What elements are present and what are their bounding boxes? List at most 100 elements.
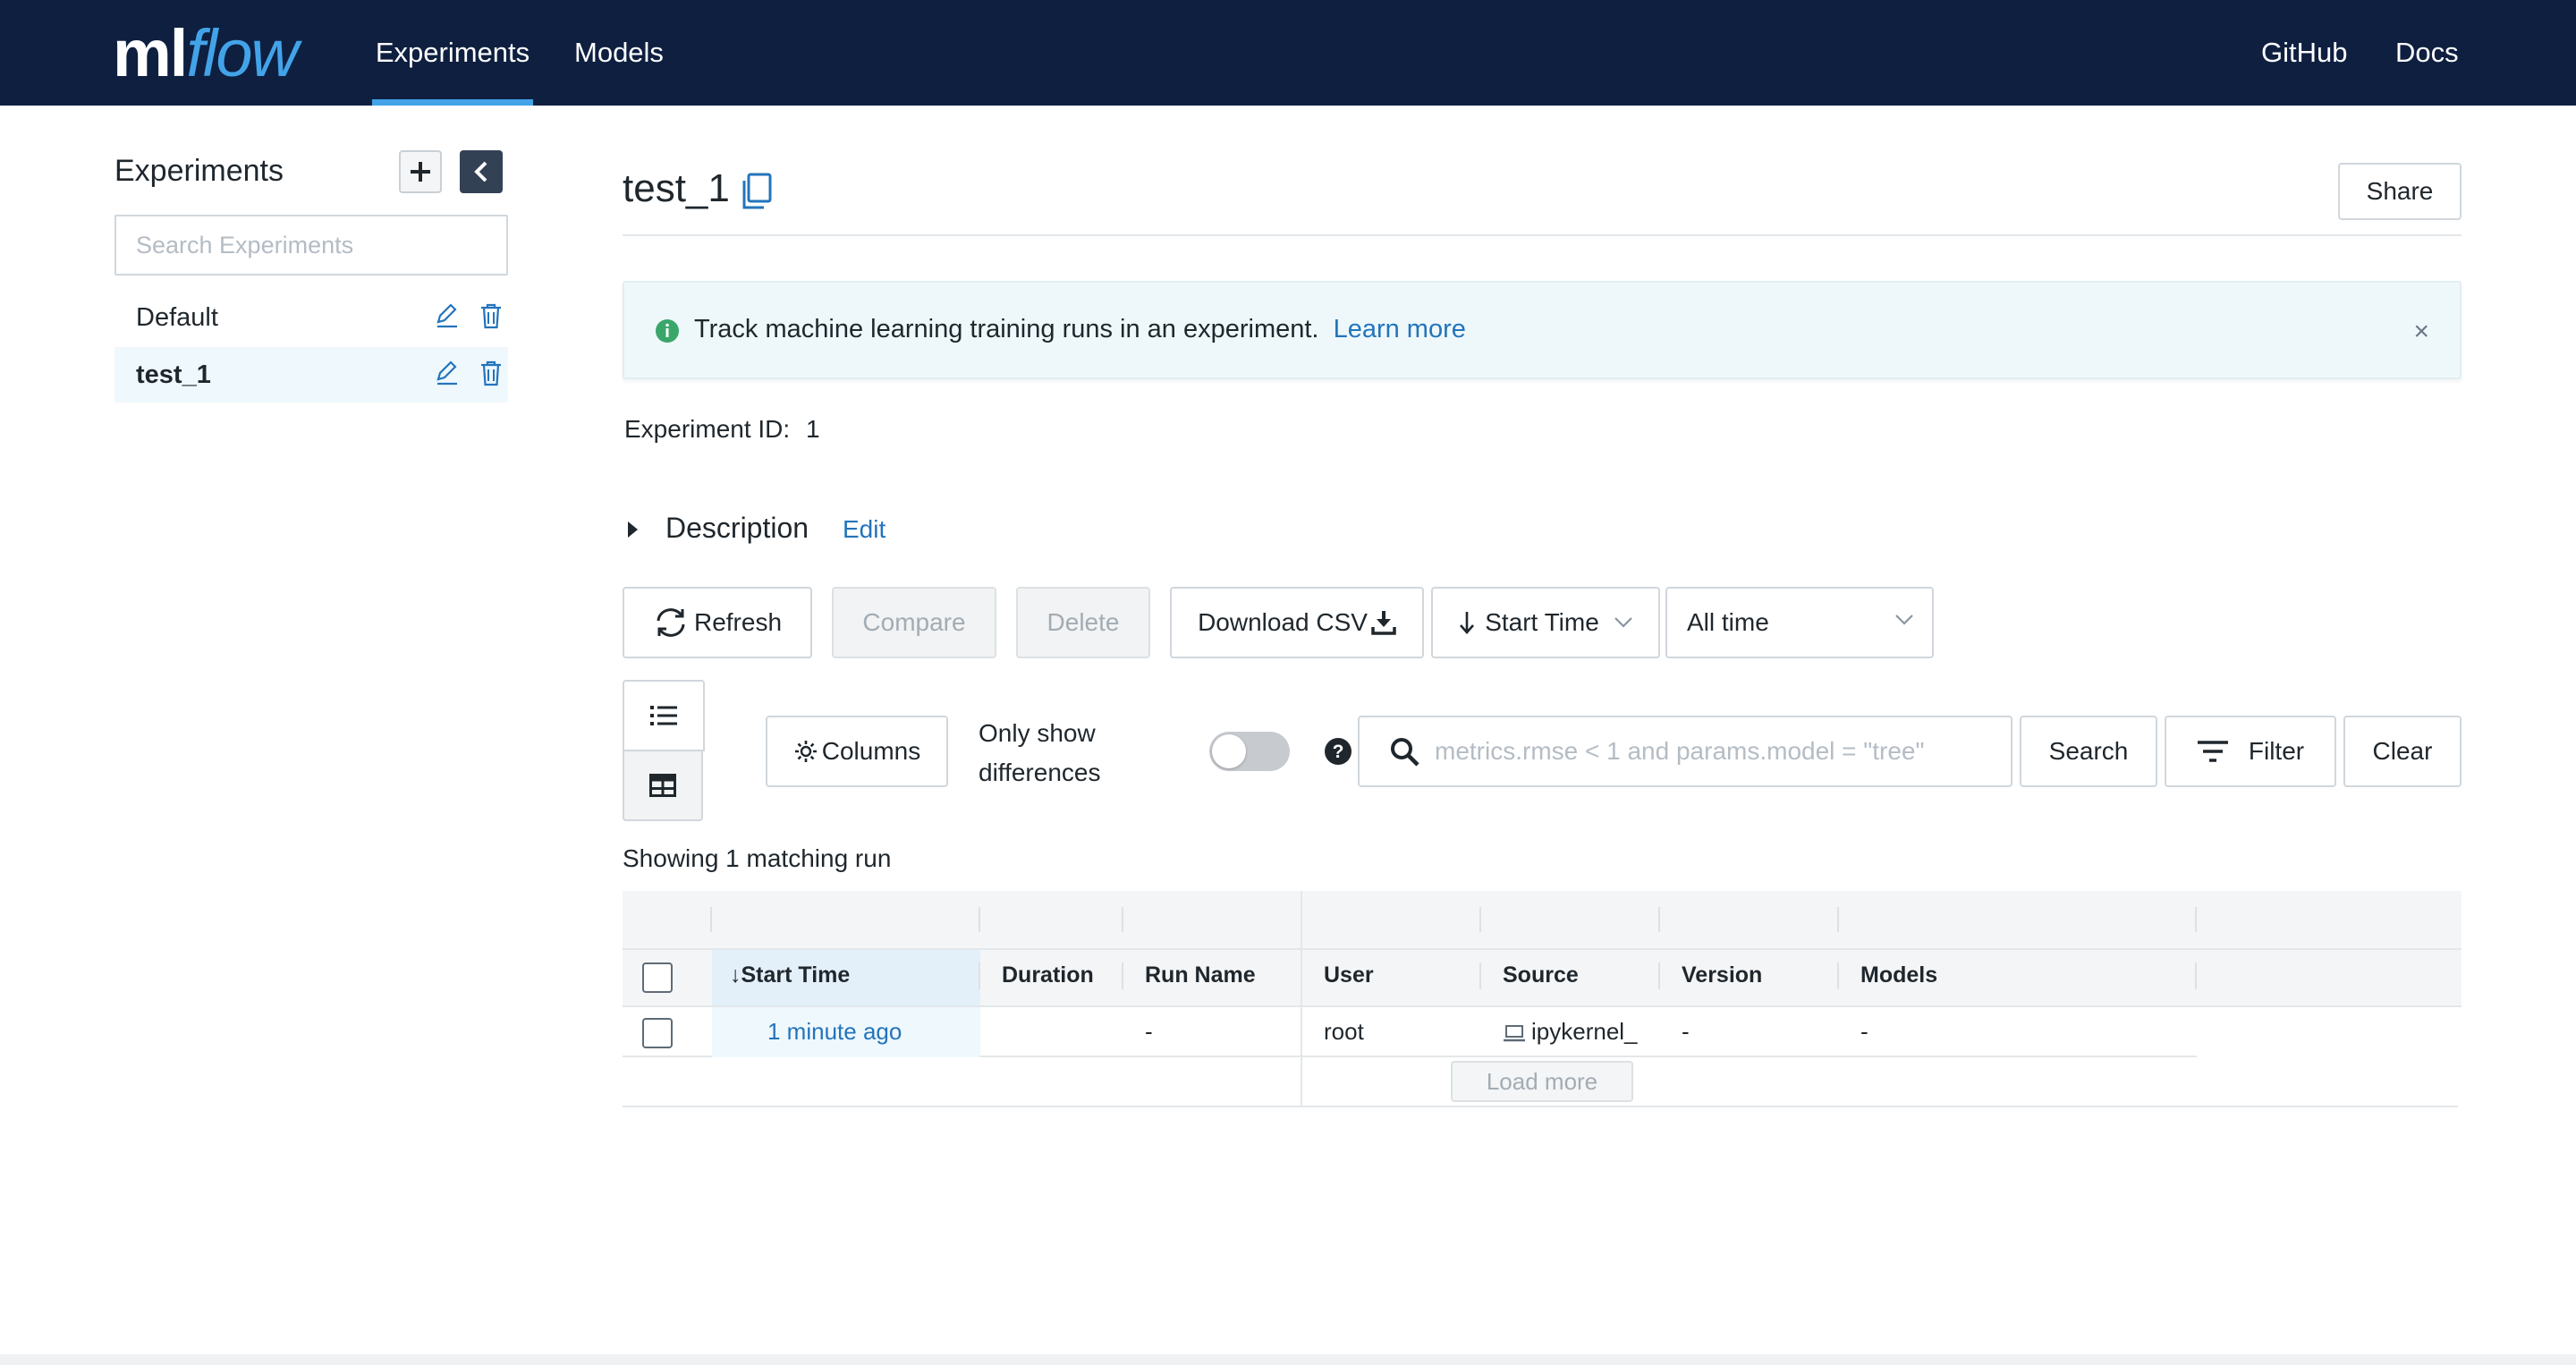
list-icon <box>650 706 677 725</box>
info-icon <box>656 319 679 343</box>
column-header-start-time[interactable]: ↓Start Time <box>730 962 850 988</box>
trash-icon[interactable] <box>479 360 503 386</box>
nav-link-github[interactable]: GitHub <box>2261 0 2347 106</box>
description-label[interactable]: Description <box>665 512 809 545</box>
page-title: test_1 <box>623 166 730 210</box>
table-icon <box>649 774 676 797</box>
column-header-source[interactable]: Source <box>1503 962 1579 988</box>
header-divider <box>2195 907 2197 932</box>
column-header-duration[interactable]: Duration <box>1002 962 1094 988</box>
caret-right-icon[interactable] <box>626 521 639 538</box>
table-bottom-border <box>623 1106 2458 1107</box>
run-start-time-link[interactable]: 1 minute ago <box>767 1018 902 1046</box>
header-divider <box>979 907 980 932</box>
compare-button[interactable]: Compare <box>832 587 996 658</box>
arrow-down-icon <box>1460 612 1475 634</box>
experiment-item-default[interactable]: Default <box>114 290 508 345</box>
share-button[interactable]: Share <box>2338 163 2462 220</box>
column-divider <box>979 962 980 989</box>
toggle-knob <box>1212 734 1246 768</box>
learn-more-link[interactable]: Learn more <box>1334 315 1466 343</box>
columns-label: Columns <box>821 737 921 765</box>
logo-ml-text: ml <box>113 15 188 90</box>
matching-runs-count: Showing 1 matching run <box>623 844 892 872</box>
run-user: root <box>1324 1018 1364 1045</box>
row-select-checkbox[interactable] <box>642 1018 673 1048</box>
only-show-differences-label: Only show differences <box>979 714 1100 793</box>
nav-link-docs[interactable]: Docs <box>2395 0 2459 106</box>
experiment-actions <box>435 302 503 329</box>
filter-icon <box>2197 741 2228 762</box>
column-header-models[interactable]: Models <box>1860 962 1937 988</box>
only-show-differences-toggle[interactable] <box>1209 732 1290 771</box>
columns-button[interactable]: Columns <box>766 716 948 787</box>
banner-text: Track machine learning training runs in … <box>694 315 1319 343</box>
search-button[interactable]: Search <box>2020 716 2157 787</box>
close-icon[interactable]: × <box>2413 317 2429 347</box>
column-divider <box>1122 962 1123 989</box>
header-divider <box>1122 907 1123 932</box>
nav-tab-models[interactable]: Models <box>574 0 664 106</box>
logo-flow-text: flow <box>186 15 299 90</box>
experiment-item-test-1[interactable]: test_1 <box>114 347 508 403</box>
column-divider <box>1479 962 1481 989</box>
description-edit-link[interactable]: Edit <box>843 515 886 544</box>
copy-icon[interactable] <box>741 172 773 211</box>
column-header-run-name[interactable]: Run Name <box>1145 962 1256 988</box>
filter-label: Filter <box>2248 737 2305 765</box>
download-icon <box>1371 611 1396 635</box>
nav-tab-experiments[interactable]: Experiments <box>372 0 533 106</box>
gear-icon <box>794 741 817 762</box>
filter-button[interactable]: Filter <box>2165 716 2336 787</box>
sort-select[interactable]: Start Time <box>1431 587 1660 658</box>
diff-label-line2: differences <box>979 759 1101 786</box>
experiment-id-value: 1 <box>805 415 820 443</box>
title-divider <box>623 234 2462 236</box>
edit-icon[interactable] <box>435 302 460 329</box>
trash-icon[interactable] <box>479 302 503 329</box>
info-banner: Track machine learning training runs in … <box>623 281 2462 379</box>
delete-button[interactable]: Delete <box>1016 587 1150 658</box>
select-all-checkbox[interactable] <box>642 962 673 993</box>
add-experiment-button[interactable] <box>399 150 442 193</box>
column-divider <box>1837 962 1839 989</box>
column-header-user[interactable]: User <box>1324 962 1374 988</box>
load-more-button[interactable]: Load more <box>1451 1061 1633 1102</box>
refresh-label: Refresh <box>693 608 783 636</box>
diff-label-line1: Only show <box>979 719 1096 747</box>
download-csv-button[interactable]: Download CSV <box>1170 587 1424 658</box>
column-label: Start Time <box>741 962 851 988</box>
svg-text:?: ? <box>1333 742 1344 762</box>
edit-icon[interactable] <box>435 360 460 386</box>
list-view-toggle[interactable] <box>623 680 705 751</box>
bottom-strip <box>0 1354 2576 1365</box>
search-icon <box>1391 738 1419 767</box>
collapse-sidebar-button[interactable] <box>460 150 503 193</box>
sort-arrow-icon: ↓ <box>730 962 741 988</box>
run-source-text: ipykernel_ <box>1531 1018 1638 1045</box>
pinned-column-divider <box>1301 891 1302 1106</box>
experiment-name: test_1 <box>136 360 211 389</box>
run-search-input[interactable] <box>1435 728 1989 775</box>
runs-table: ↓Start Time Duration Run Name User Sourc… <box>623 891 2462 1107</box>
experiment-id: Experiment ID: 1 <box>624 415 820 444</box>
table-view-toggle[interactable] <box>623 751 703 821</box>
header-divider <box>1479 907 1481 932</box>
question-circle-icon[interactable]: ? <box>1324 737 1352 766</box>
run-models: - <box>1860 1018 1868 1045</box>
refresh-button[interactable]: Refresh <box>623 587 812 658</box>
column-divider <box>1658 962 1660 989</box>
column-divider <box>2195 962 2197 989</box>
mlflow-logo[interactable]: ml flow <box>113 13 299 93</box>
chevron-down-icon <box>1614 617 1632 628</box>
header-divider <box>710 907 712 932</box>
run-source: ipykernel_ <box>1503 1018 1638 1046</box>
sort-label: Start Time <box>1485 608 1599 636</box>
experiment-name: Default <box>136 302 218 332</box>
column-header-version[interactable]: Version <box>1682 962 1762 988</box>
chevron-down-icon <box>1895 615 1913 625</box>
search-experiments-input[interactable] <box>114 215 508 276</box>
time-range-select[interactable]: All time <box>1665 587 1934 658</box>
mlflow-page: ml flow Experiments Models GitHub Docs Ex… <box>0 0 2576 1365</box>
clear-button[interactable]: Clear <box>2343 716 2462 787</box>
